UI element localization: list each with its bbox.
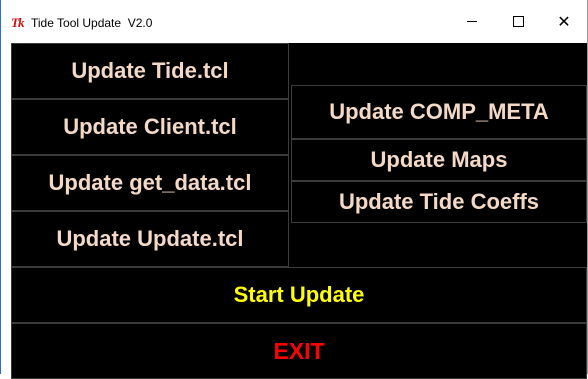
update-client-button[interactable]: Update Client.tcl [11,99,289,155]
maximize-icon [512,16,524,27]
update-comp-meta-button[interactable]: Update COMP_META [291,85,587,139]
update-get-data-button[interactable]: Update get_data.tcl [11,155,289,211]
start-update-button[interactable]: Start Update [11,267,587,323]
app-window: Tk Tide Tool Update V2.0 ✕ Update Tide.t… [0,0,588,379]
close-icon: ✕ [557,11,571,31]
minimize-button[interactable] [449,0,495,43]
maximize-button[interactable] [495,0,541,43]
update-tide-button[interactable]: Update Tide.tcl [11,43,289,99]
minimize-icon [467,21,477,22]
window-title: Tide Tool Update V2.0 [31,16,153,30]
update-tide-coeffs-button[interactable]: Update Tide Coeffs [291,181,587,223]
update-update-button[interactable]: Update Update.tcl [11,211,289,267]
exit-button[interactable]: EXIT [11,323,587,379]
button-panel: Update Tide.tcl Update Client.tcl Update… [11,43,587,379]
tk-feather-icon: Tk [11,15,24,30]
close-button[interactable]: ✕ [541,0,587,43]
title-bar[interactable]: Tk Tide Tool Update V2.0 ✕ [1,0,587,43]
update-maps-button[interactable]: Update Maps [291,139,587,181]
